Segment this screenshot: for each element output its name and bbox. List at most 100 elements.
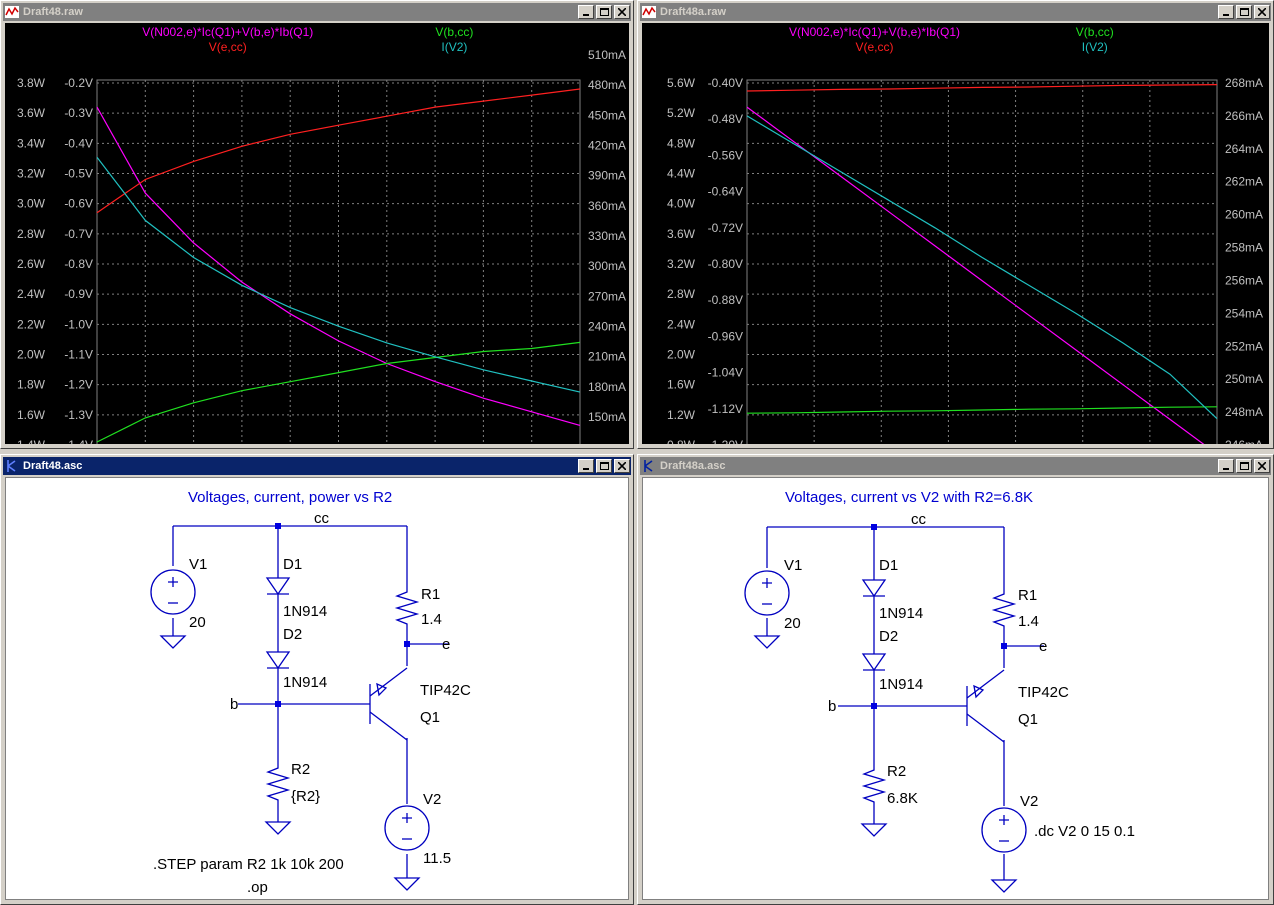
y-tick-label-current: 262mA [1225, 175, 1263, 189]
schematic-canvas[interactable]: Voltages, current vs V2 with R2=6.8K cc … [643, 478, 1269, 900]
y-tick-label-voltage: -0.4V [64, 136, 93, 150]
v1-value: 20 [189, 614, 206, 631]
d1-model: 1N914 [879, 605, 923, 622]
plot-pane[interactable]: 1.0K1.9K2.8K3.7K4.6K5.5K6.4K7.3K8.2K9.1K… [5, 23, 629, 444]
waveform-plot-1[interactable]: 1.0K1.9K2.8K3.7K4.6K5.5K6.4K7.3K8.2K9.1K… [5, 23, 629, 444]
maximize-button[interactable] [1236, 459, 1252, 473]
y-tick-label-power: 3.6W [17, 106, 46, 120]
junction-dot [1001, 643, 1007, 649]
minimize-button[interactable] [578, 5, 594, 19]
ground-symbol [264, 821, 292, 835]
minimize-button[interactable] [1218, 459, 1234, 473]
r1-value: 1.4 [421, 611, 442, 628]
net-label-b: b [828, 698, 836, 715]
q1-name: Q1 [420, 709, 440, 726]
legend-vecc: V(e,cc) [855, 40, 893, 54]
plot-frame [746, 79, 1218, 444]
spice-directive-op[interactable]: .op [247, 879, 268, 896]
voltage-source-v1[interactable] [150, 569, 196, 615]
v1-name: V1 [784, 557, 802, 574]
junction-dot [871, 524, 877, 530]
window-title: Draft48a.raw [660, 6, 727, 18]
schematic-window-2[interactable]: Draft48a.asc Voltages, current vs V2 wit… [637, 454, 1274, 905]
y-tick-label-current: 266mA [1225, 109, 1263, 123]
y-tick-label-current: 330mA [588, 229, 626, 243]
waveform-plot-2[interactable]: 0V2V4V6V8V10V12V14V0.8W1.2W1.6W2.0W2.4W2… [642, 23, 1269, 444]
transistor-q1[interactable] [369, 667, 408, 741]
y-tick-label-voltage: -1.04V [708, 366, 743, 380]
y-tick-label-current: 360mA [588, 199, 626, 213]
y-tick-label-voltage: -0.7V [64, 227, 93, 241]
y-tick-label-voltage: -1.2V [64, 378, 93, 392]
resistor-r1[interactable] [394, 580, 420, 632]
maximize-button[interactable] [1236, 5, 1252, 19]
y-tick-label-voltage: -1.1V [64, 348, 93, 362]
schematic-title: Voltages, current, power vs R2 [188, 489, 392, 506]
resistor-r2[interactable] [861, 758, 887, 808]
y-tick-label-power: 3.0W [17, 197, 46, 211]
title-bar[interactable]: Draft48a.asc [640, 457, 1271, 475]
schematic-pane[interactable]: Voltages, current, power vs R2 cc b e V1… [5, 477, 629, 900]
y-tick-label-current: 248mA [1225, 405, 1263, 419]
voltage-source-v1[interactable] [744, 570, 790, 616]
y-tick-label-voltage: -0.64V [708, 185, 743, 199]
net-label-cc: cc [911, 511, 927, 528]
voltage-source-v2[interactable] [981, 807, 1027, 853]
close-button[interactable] [1254, 5, 1270, 19]
close-button[interactable] [614, 459, 630, 473]
r2-name: R2 [887, 763, 906, 780]
y-tick-label-current: 270mA [588, 289, 626, 303]
schematic-pane[interactable]: Voltages, current vs V2 with R2=6.8K cc … [642, 477, 1269, 900]
y-tick-label-current: 254mA [1225, 306, 1263, 320]
schematic-window-1[interactable]: Draft48.asc Voltages, current, power vs … [0, 454, 634, 905]
y-tick-label-current: 268mA [1225, 76, 1263, 90]
y-tick-label-power: 2.0W [667, 348, 696, 362]
r2-value: 6.8K [887, 790, 918, 807]
schematic-canvas[interactable]: Voltages, current, power vs R2 cc b e V1… [6, 478, 629, 900]
waveform-icon [641, 4, 657, 20]
y-tick-label-current: 252mA [1225, 339, 1263, 353]
y-tick-label-current: 510mA [588, 48, 626, 62]
ground-symbol [753, 635, 781, 649]
y-tick-label-power: 2.8W [667, 287, 696, 301]
title-bar[interactable]: Draft48.raw [3, 3, 631, 21]
y-tick-label-current: 240mA [588, 320, 626, 334]
spice-directive-dc[interactable]: .dc V2 0 15 0.1 [1034, 823, 1135, 840]
y-tick-label-voltage: -1.3V [64, 408, 93, 422]
y-tick-label-voltage: -0.9V [64, 287, 93, 301]
maximize-button[interactable] [596, 459, 612, 473]
legend-vbcc: V(b,cc) [435, 25, 473, 39]
y-tick-label-voltage: -1.12V [708, 402, 743, 416]
plot-pane[interactable]: 0V2V4V6V8V10V12V14V0.8W1.2W1.6W2.0W2.4W2… [642, 23, 1269, 444]
y-tick-label-power: 1.6W [17, 408, 46, 422]
v1-name: V1 [189, 556, 207, 573]
transistor-q1[interactable] [966, 669, 1005, 743]
r1-name: R1 [421, 586, 440, 603]
y-tick-label-current: 450mA [588, 108, 626, 122]
window-title: Draft48.raw [23, 6, 83, 18]
title-bar[interactable]: Draft48a.raw [640, 3, 1271, 21]
title-bar[interactable]: Draft48.asc [3, 457, 631, 475]
minimize-button[interactable] [578, 459, 594, 473]
net-label-e: e [442, 636, 450, 653]
close-button[interactable] [1254, 459, 1270, 473]
d1-model: 1N914 [283, 603, 327, 620]
close-button[interactable] [614, 5, 630, 19]
legend-vbcc: V(b,cc) [1076, 25, 1114, 39]
plot-window-1[interactable]: Draft48.raw 1.0K1.9K2.8K3.7K4.6K5.5K6.4K… [0, 0, 634, 449]
series-line-cyan [746, 115, 1218, 420]
resistor-r1[interactable] [991, 582, 1017, 634]
q1-model: TIP42C [1018, 684, 1069, 701]
legend-vecc: V(e,cc) [209, 40, 247, 54]
window-title: Draft48a.asc [660, 460, 726, 472]
plot-window-2[interactable]: Draft48a.raw 0V2V4V6V8V10V12V14V0.8W1.2W… [637, 0, 1274, 449]
y-tick-label-power: 2.6W [17, 257, 46, 271]
y-tick-label-power: 4.8W [667, 136, 696, 150]
minimize-button[interactable] [1218, 5, 1234, 19]
d2-name: D2 [879, 628, 898, 645]
voltage-source-v2[interactable] [384, 805, 430, 851]
spice-directive-step[interactable]: .STEP param R2 1k 10k 200 [153, 856, 344, 873]
y-tick-label-voltage: -0.5V [64, 167, 93, 181]
maximize-button[interactable] [596, 5, 612, 19]
resistor-r2[interactable] [265, 756, 291, 808]
